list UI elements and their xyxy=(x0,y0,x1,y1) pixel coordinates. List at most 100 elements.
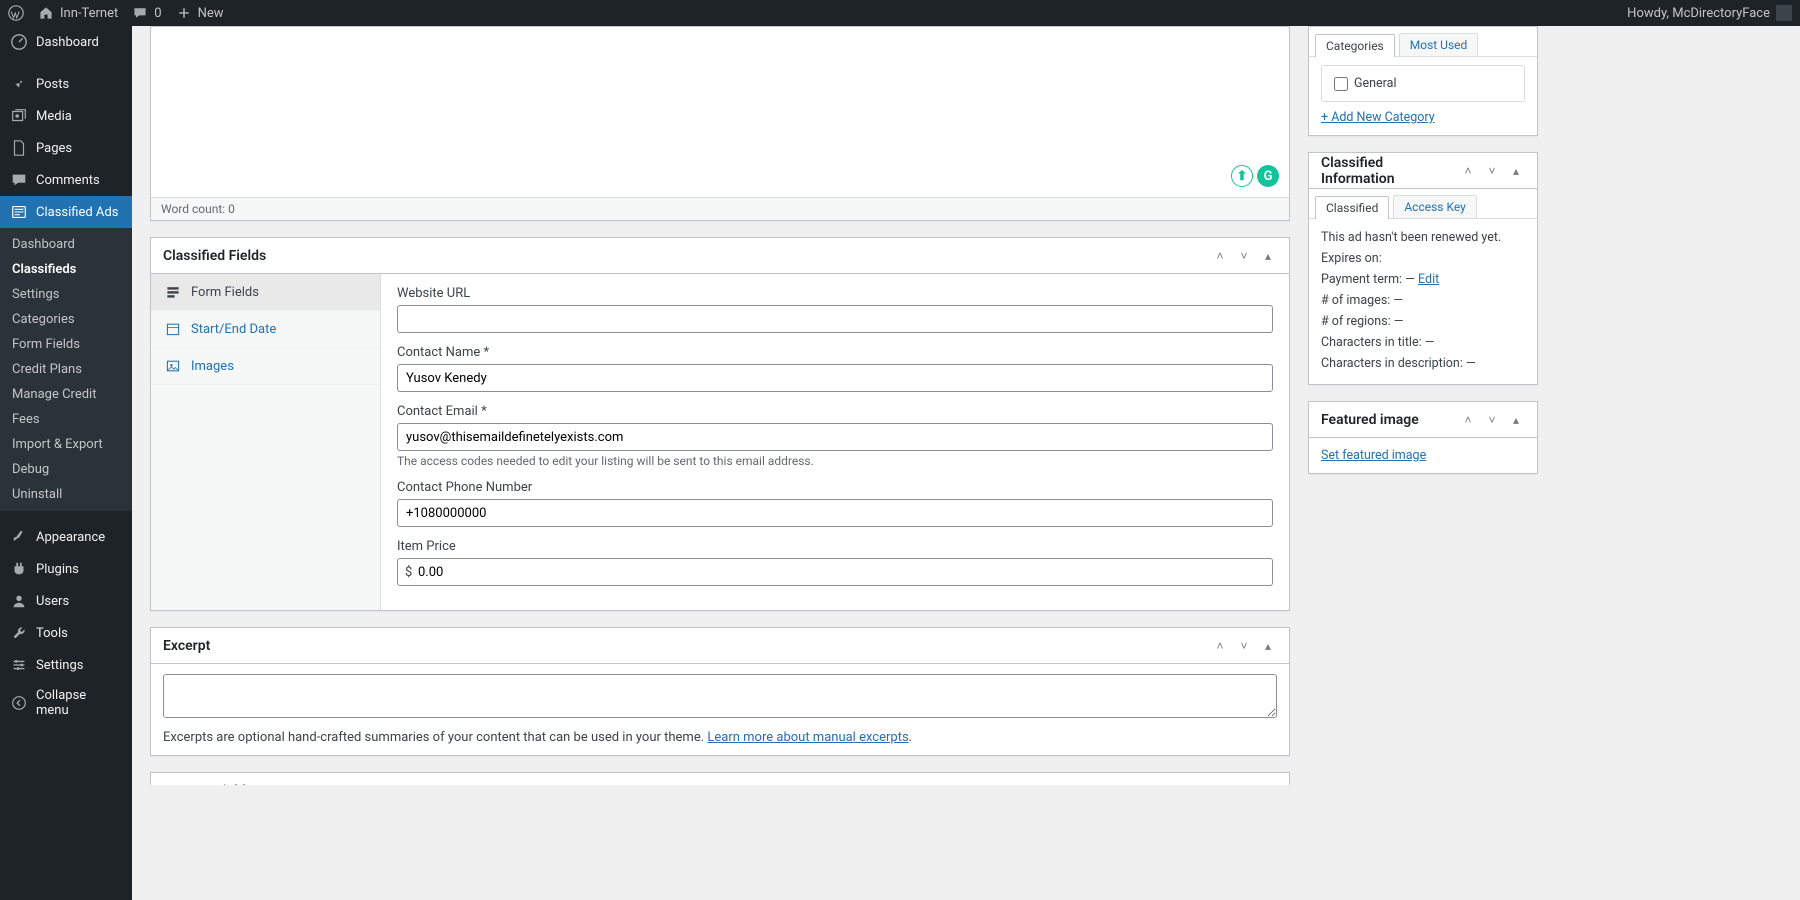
grammarly-icon[interactable]: ⬆ xyxy=(1231,165,1253,187)
excerpt-description: Excerpts are optional hand-crafted summa… xyxy=(163,730,1277,745)
move-down-icon[interactable]: ˅ xyxy=(1235,637,1253,655)
classified-info-title: Classified Information xyxy=(1321,155,1459,187)
sliders-icon xyxy=(10,656,28,674)
move-down-icon[interactable]: ˅ xyxy=(1483,162,1501,180)
dashboard-icon xyxy=(10,33,28,51)
editor-canvas[interactable]: ⬆ G xyxy=(151,27,1289,197)
classified-fields-box: Classified Fields ˄ ˅ ▴ Form Fields Star… xyxy=(150,237,1290,611)
tab-most-used[interactable]: Most Used xyxy=(1399,33,1479,56)
menu-media[interactable]: Media xyxy=(0,100,132,132)
grammarly-badges: ⬆ G xyxy=(1231,165,1279,187)
new-link[interactable]: New xyxy=(176,5,224,21)
item-price-input[interactable] xyxy=(397,558,1273,586)
category-general-checkbox[interactable] xyxy=(1334,77,1348,91)
menu-pages[interactable]: Pages xyxy=(0,132,132,164)
excerpt-learn-link[interactable]: Learn more about manual excerpts xyxy=(707,730,908,745)
admin-sidebar: Dashboard Posts Media Pages Comments Cla… xyxy=(0,26,132,900)
cf-tab-images[interactable]: Images xyxy=(151,348,380,385)
menu-collapse[interactable]: Collapse menu xyxy=(0,681,132,725)
website-url-input[interactable] xyxy=(397,305,1273,333)
sub-dashboard[interactable]: Dashboard xyxy=(0,232,132,257)
custom-fields-title: Custom Fields xyxy=(163,783,253,786)
move-up-icon[interactable]: ˄ xyxy=(1211,782,1229,786)
sub-categories[interactable]: Categories xyxy=(0,307,132,332)
move-up-icon[interactable]: ˄ xyxy=(1211,247,1229,265)
contact-name-input[interactable] xyxy=(397,364,1273,392)
info-expires: Expires on: xyxy=(1321,248,1525,269)
move-up-icon[interactable]: ˄ xyxy=(1459,162,1477,180)
menu-tools[interactable]: Tools xyxy=(0,617,132,649)
toggle-icon[interactable]: ▴ xyxy=(1507,411,1525,429)
tab-classified[interactable]: Classified xyxy=(1315,196,1389,219)
tab-categories[interactable]: Categories xyxy=(1315,34,1395,57)
editor-box: ⬆ G Word count: 0 xyxy=(150,26,1290,221)
page-icon xyxy=(10,139,28,157)
sub-manage-credit[interactable]: Manage Credit xyxy=(0,382,132,407)
sub-classifieds[interactable]: Classifieds xyxy=(0,257,132,282)
toggle-icon[interactable]: ▴ xyxy=(1259,247,1277,265)
add-new-category-link[interactable]: + Add New Category xyxy=(1321,110,1435,125)
plugin-icon xyxy=(10,560,28,578)
excerpt-title: Excerpt xyxy=(163,638,210,654)
menu-users[interactable]: Users xyxy=(0,585,132,617)
site-link[interactable]: Inn-Ternet xyxy=(38,5,118,21)
info-regions: # of regions: — xyxy=(1321,311,1525,332)
comments-link[interactable]: 0 xyxy=(132,5,161,21)
toggle-icon[interactable]: ▴ xyxy=(1259,782,1277,786)
menu-appearance[interactable]: Appearance xyxy=(0,521,132,553)
sub-debug[interactable]: Debug xyxy=(0,457,132,482)
menu-settings[interactable]: Settings xyxy=(0,649,132,681)
custom-fields-box: Custom Fields ˄ ˅ ▴ Add New Custom Field… xyxy=(150,772,1290,785)
move-down-icon[interactable]: ˅ xyxy=(1235,247,1253,265)
sub-credit-plans[interactable]: Credit Plans xyxy=(0,357,132,382)
cf-tab-form-fields[interactable]: Form Fields xyxy=(151,274,380,311)
info-chars-desc: Characters in description: — xyxy=(1321,353,1525,374)
plus-icon xyxy=(176,5,192,21)
sub-form-fields[interactable]: Form Fields xyxy=(0,332,132,357)
contact-phone-input[interactable] xyxy=(397,499,1273,527)
category-list: General xyxy=(1321,65,1525,102)
set-featured-image-link[interactable]: Set featured image xyxy=(1321,448,1426,463)
contact-phone-label: Contact Phone Number xyxy=(397,480,1273,495)
submenu-classified: Dashboard Classifieds Settings Categorie… xyxy=(0,228,132,511)
move-down-icon[interactable]: ˅ xyxy=(1483,411,1501,429)
wp-logo[interactable] xyxy=(8,5,24,21)
avatar xyxy=(1776,5,1792,21)
sub-fees[interactable]: Fees xyxy=(0,407,132,432)
cf-tab-start-end[interactable]: Start/End Date xyxy=(151,311,380,348)
featured-image-title: Featured image xyxy=(1321,412,1419,428)
menu-plugins[interactable]: Plugins xyxy=(0,553,132,585)
move-up-icon[interactable]: ˄ xyxy=(1211,637,1229,655)
toggle-icon[interactable]: ▴ xyxy=(1259,637,1277,655)
excerpt-box: Excerpt ˄ ˅ ▴ Excerpts are optional hand… xyxy=(150,627,1290,756)
contact-email-input[interactable] xyxy=(397,423,1273,451)
howdy-text: Howdy, McDirectoryFace xyxy=(1627,6,1770,21)
payment-edit-link[interactable]: Edit xyxy=(1418,272,1439,287)
sub-import-export[interactable]: Import & Export xyxy=(0,432,132,457)
menu-classified-ads[interactable]: Classified Ads xyxy=(0,196,132,228)
media-icon xyxy=(10,107,28,125)
sub-uninstall[interactable]: Uninstall xyxy=(0,482,132,507)
menu-posts[interactable]: Posts xyxy=(0,68,132,100)
menu-dashboard[interactable]: Dashboard xyxy=(0,26,132,58)
sub-settings[interactable]: Settings xyxy=(0,282,132,307)
howdy-link[interactable]: Howdy, McDirectoryFace xyxy=(1627,5,1792,21)
tab-access-key[interactable]: Access Key xyxy=(1393,195,1476,218)
move-down-icon[interactable]: ˅ xyxy=(1235,782,1253,786)
new-label: New xyxy=(198,6,224,21)
website-url-label: Website URL xyxy=(397,286,1273,301)
home-icon xyxy=(38,5,54,21)
toggle-icon[interactable]: ▴ xyxy=(1507,162,1525,180)
item-price-label: Item Price xyxy=(397,539,1273,554)
word-count: Word count: 0 xyxy=(151,197,1289,220)
category-general-label: General xyxy=(1354,76,1397,91)
menu-comments[interactable]: Comments xyxy=(0,164,132,196)
pin-icon xyxy=(10,75,28,93)
excerpt-textarea[interactable] xyxy=(163,674,1277,718)
user-icon xyxy=(10,592,28,610)
grammarly-icon[interactable]: G xyxy=(1257,165,1279,187)
move-up-icon[interactable]: ˄ xyxy=(1459,411,1477,429)
info-chars-title: Characters in title: — xyxy=(1321,332,1525,353)
site-name: Inn-Ternet xyxy=(60,6,118,21)
wrench-icon xyxy=(10,624,28,642)
